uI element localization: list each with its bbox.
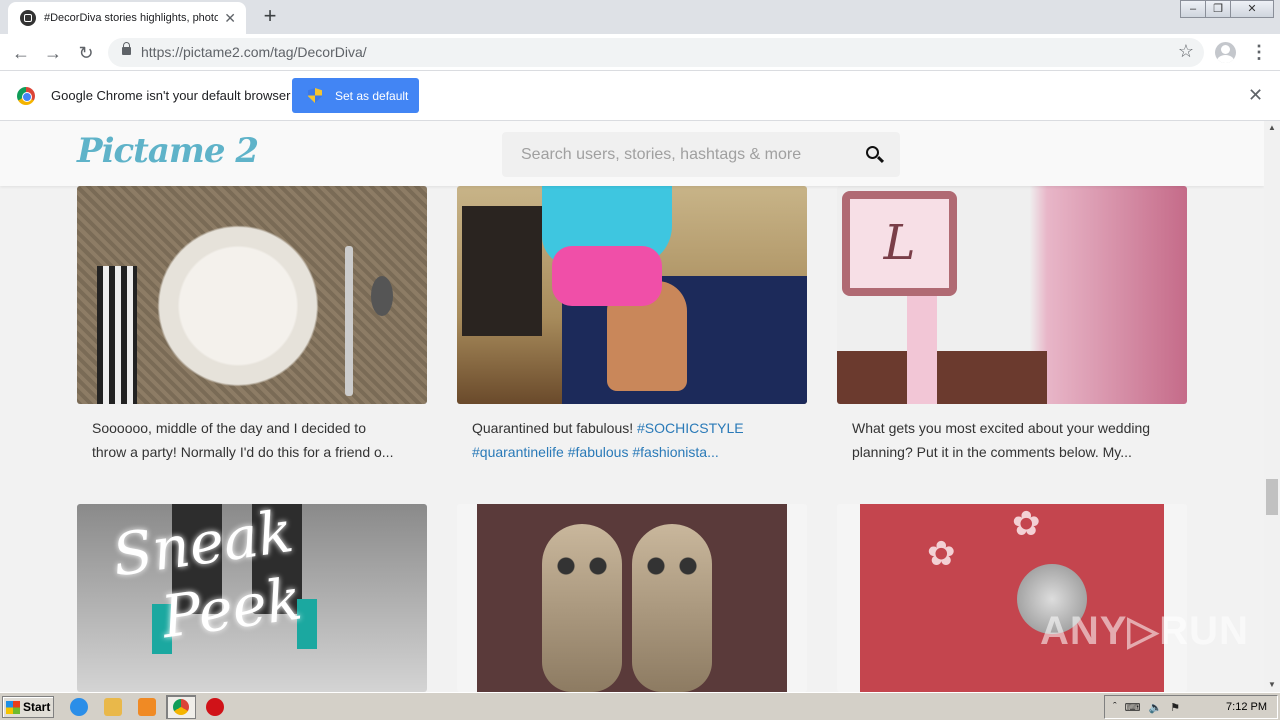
browser-tab[interactable]: #DecorDiva stories highlights, photo ✕ bbox=[8, 2, 246, 34]
owl-earring-shape bbox=[542, 524, 622, 692]
clock[interactable]: 7:12 PM bbox=[1226, 701, 1267, 713]
infobar-close-icon[interactable]: ✕ bbox=[1248, 85, 1263, 106]
site-header: Pictame 2 bbox=[0, 121, 1264, 186]
chrome-taskbar-button[interactable] bbox=[166, 695, 196, 719]
window-controls: – ❐ ✕ bbox=[1180, 0, 1274, 18]
knife-shape bbox=[345, 246, 353, 396]
post-image[interactable] bbox=[457, 186, 807, 404]
set-as-default-label: Set as default bbox=[335, 88, 409, 103]
box-shape bbox=[837, 351, 1047, 404]
flower-pattern-icon: ✿ bbox=[1012, 505, 1041, 543]
search-input[interactable] bbox=[502, 132, 842, 177]
network-icon[interactable]: ⌨ bbox=[1125, 701, 1141, 714]
reload-button[interactable]: ↻ bbox=[74, 41, 98, 65]
tab-strip: #DecorDiva stories highlights, photo ✕ +… bbox=[0, 0, 1280, 34]
site-search bbox=[502, 132, 900, 177]
bookmark-star-icon[interactable]: ☆ bbox=[1178, 41, 1194, 62]
scroll-thumb[interactable] bbox=[1266, 479, 1278, 515]
system-tray: ˆ ⌨ 🔈 ⚑ 7:12 PM bbox=[1104, 695, 1278, 719]
internet-explorer-icon[interactable] bbox=[70, 698, 88, 716]
post-card[interactable]: Quarantined but fabulous! #SOCHICSTYLE #… bbox=[457, 186, 807, 466]
lock-icon bbox=[122, 42, 131, 55]
monogram-tag-shape bbox=[842, 191, 957, 296]
post-caption[interactable]: Soooooo, middle of the day and I decided… bbox=[77, 404, 427, 466]
post-card[interactable]: Sneak Peek bbox=[77, 504, 427, 692]
fork-shape bbox=[97, 266, 137, 404]
spoon-shape bbox=[371, 276, 393, 316]
owl-earring-shape bbox=[632, 524, 712, 692]
sneak-peek-text: Sneak Peek bbox=[108, 504, 306, 652]
browser-toolbar: ← → ↻ https://pictame2.com/tag/DecorDiva… bbox=[0, 34, 1280, 71]
page-scrollbar[interactable]: ▲ ▼ bbox=[1264, 121, 1280, 692]
start-button[interactable]: Start bbox=[2, 696, 54, 718]
infobar-message: Google Chrome isn't your default browser bbox=[51, 88, 291, 103]
tab-close-icon[interactable]: ✕ bbox=[224, 10, 236, 27]
address-bar[interactable]: https://pictame2.com/tag/DecorDiva/ ☆ bbox=[108, 38, 1204, 67]
hashtag-link[interactable]: #fashionista... bbox=[632, 444, 718, 460]
post-card[interactable] bbox=[457, 504, 807, 692]
windows-taskbar: Start ˆ ⌨ 🔈 ⚑ 7:12 PM bbox=[0, 692, 1280, 720]
tab-title: #DecorDiva stories highlights, photo bbox=[44, 12, 219, 24]
hashtag-link[interactable]: #quarantinelife bbox=[472, 444, 564, 460]
close-window-button[interactable]: ✕ bbox=[1230, 0, 1274, 18]
ribbon-shape bbox=[907, 296, 937, 404]
cabinet-shape bbox=[462, 206, 542, 336]
forward-button[interactable]: → bbox=[41, 41, 65, 65]
chrome-logo-icon bbox=[17, 87, 35, 105]
flower-pattern-icon: ✿ bbox=[927, 535, 956, 573]
opera-icon[interactable] bbox=[206, 698, 224, 716]
post-image[interactable]: ✿ ✿ bbox=[837, 504, 1187, 692]
chrome-icon bbox=[173, 699, 189, 715]
post-image[interactable] bbox=[837, 186, 1187, 404]
show-hidden-icons-icon[interactable]: ˆ bbox=[1113, 701, 1117, 713]
instagram-icon bbox=[20, 10, 36, 26]
hashtag-link[interactable]: #SOCHICSTYLE bbox=[637, 420, 744, 436]
media-player-icon[interactable] bbox=[138, 698, 156, 716]
set-as-default-button[interactable]: Set as default bbox=[292, 78, 419, 113]
scroll-up-icon[interactable]: ▲ bbox=[1264, 121, 1280, 135]
post-card[interactable]: Soooooo, middle of the day and I decided… bbox=[77, 186, 427, 466]
default-browser-infobar: Google Chrome isn't your default browser… bbox=[0, 71, 1280, 121]
scroll-down-icon[interactable]: ▼ bbox=[1264, 678, 1280, 692]
action-center-flag-icon[interactable]: ⚑ bbox=[1170, 701, 1180, 714]
post-caption[interactable]: Quarantined but fabulous! #SOCHICSTYLE #… bbox=[457, 404, 807, 466]
post-card[interactable]: ✿ ✿ bbox=[837, 504, 1187, 692]
shield-icon bbox=[308, 88, 322, 103]
post-card[interactable]: What gets you most excited about your we… bbox=[837, 186, 1187, 466]
url-text[interactable]: https://pictame2.com/tag/DecorDiva/ bbox=[141, 44, 367, 60]
restore-button[interactable]: ❐ bbox=[1205, 0, 1231, 18]
page-viewport: Pictame 2 Soooooo, middle of the day and… bbox=[0, 121, 1264, 692]
volume-icon[interactable]: 🔈 bbox=[1149, 701, 1163, 714]
search-icon[interactable] bbox=[866, 146, 879, 159]
post-image[interactable]: Sneak Peek bbox=[77, 504, 427, 692]
post-caption[interactable]: What gets you most excited about your we… bbox=[837, 404, 1187, 466]
skirt-shape bbox=[552, 246, 662, 306]
windows-logo-icon bbox=[6, 700, 20, 714]
pictame-logo[interactable]: Pictame 2 bbox=[77, 131, 259, 171]
hashtag-link[interactable]: #fabulous bbox=[568, 444, 629, 460]
new-tab-button[interactable]: + bbox=[258, 4, 282, 28]
profile-avatar-icon[interactable] bbox=[1215, 42, 1236, 63]
anyrun-watermark: ANY▷RUN bbox=[1040, 609, 1249, 653]
minimize-button[interactable]: – bbox=[1180, 0, 1206, 18]
file-explorer-icon[interactable] bbox=[104, 698, 122, 716]
chrome-menu-icon[interactable]: ⋮ bbox=[1250, 41, 1268, 63]
post-image[interactable] bbox=[457, 504, 807, 692]
back-button[interactable]: ← bbox=[9, 41, 33, 65]
post-image[interactable] bbox=[77, 186, 427, 404]
